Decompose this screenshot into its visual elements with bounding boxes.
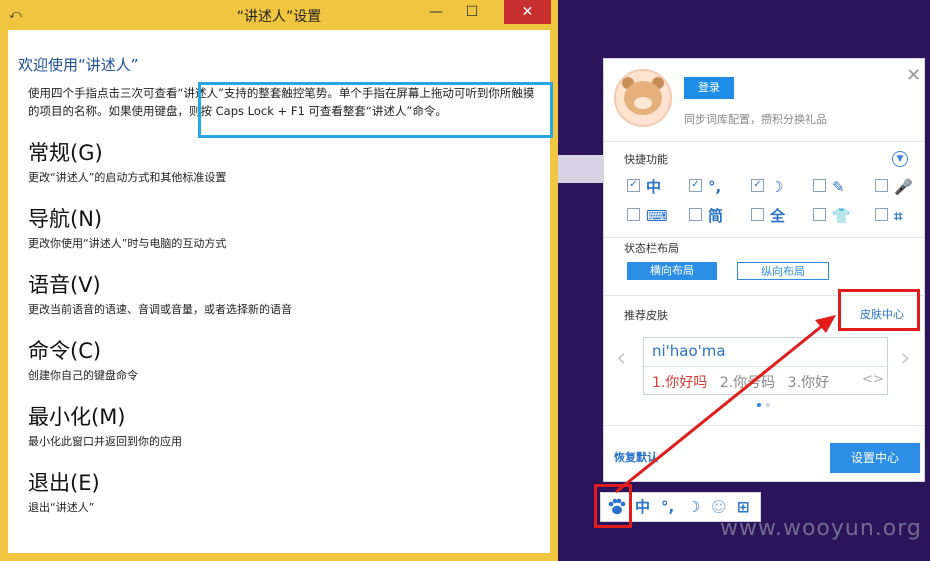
red-arrow (615, 315, 836, 494)
watermark: www.wooyun.org (720, 516, 922, 541)
